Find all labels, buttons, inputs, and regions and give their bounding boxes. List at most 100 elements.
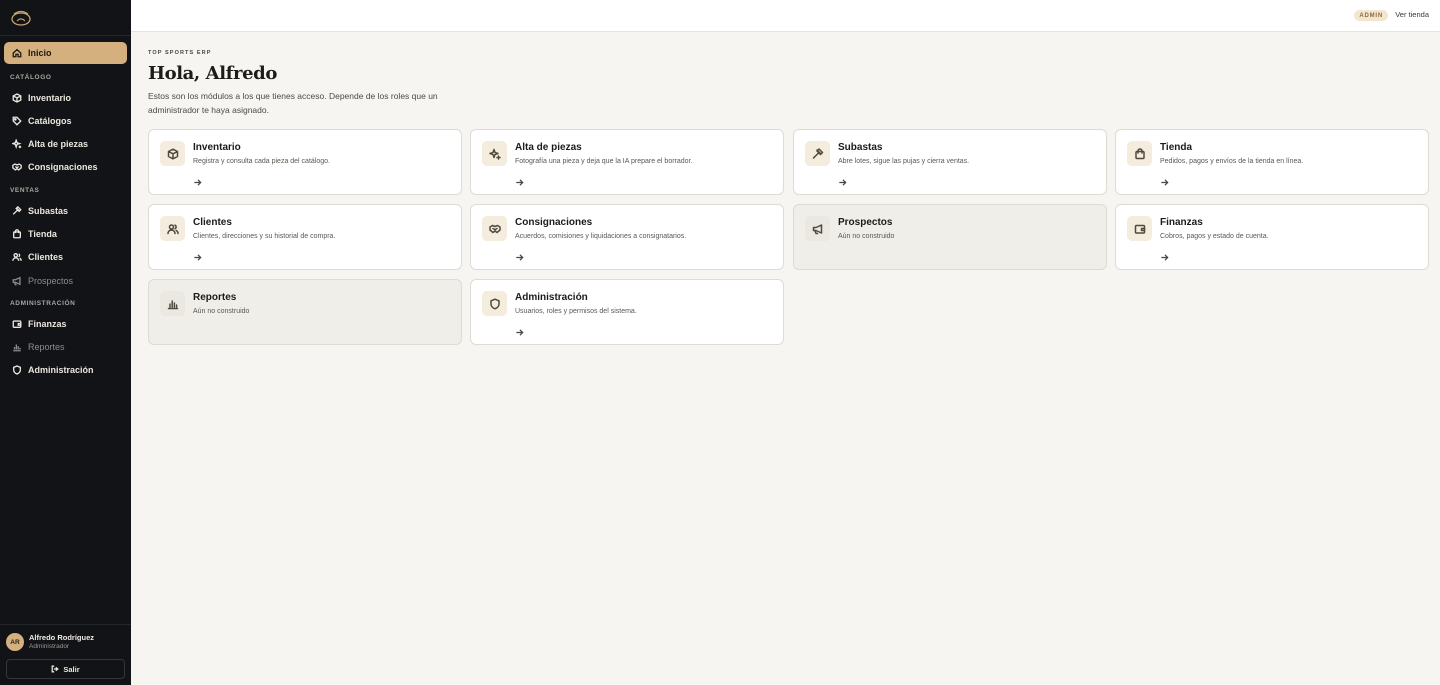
logout-button[interactable]: Salir [6,659,125,679]
home-icon [11,47,23,59]
sidebar-footer: AR Alfredo Rodríguez Administrador Salir [0,624,131,685]
bag-icon [1127,141,1152,166]
module-card-title: Finanzas [1160,217,1203,228]
view-store-link[interactable]: Ver tienda [1395,10,1429,19]
sidebar-item-label: Inventario [28,92,72,103]
module-card-title: Clientes [193,217,232,228]
brand-logo-icon[interactable] [10,8,32,28]
module-card-description: Fotografía una pieza y deja que la IA pr… [515,158,693,165]
module-card-inventario[interactable]: Inventario Registra y consulta cada piez… [148,129,462,195]
sidebar-item-administracion[interactable]: Administración [4,359,127,382]
topbar: ADMIN Ver tienda [131,0,1440,32]
logout-label: Salir [63,664,80,674]
arrow-right-icon [1160,249,1169,261]
arrow-right-icon [838,174,847,186]
gavel-icon [805,141,830,166]
wallet-icon [1127,216,1152,241]
sidebar-item-subastas[interactable]: Subastas [4,199,127,222]
module-card-title: Administración [515,292,588,303]
megaphone-icon [11,275,23,287]
sidebar-item-label: Clientes [28,252,64,263]
module-card-title: Inventario [193,142,241,153]
user-profile[interactable]: AR Alfredo Rodríguez Administrador [6,631,125,653]
sidebar-section-administracion: ADMINISTRACIÓN [10,299,76,307]
module-card-prospectos: Prospectos Aún no construido [793,204,1107,270]
sidebar-item-label: Finanzas [28,318,67,329]
sidebar-item-prospectos[interactable]: Prospectos [4,269,127,292]
tag-icon [11,115,23,127]
module-card-description: Registra y consulta cada pieza del catál… [193,158,330,165]
module-card-alta-de-piezas[interactable]: Alta de piezas Fotografía una pieza y de… [470,129,784,195]
sidebar-item-label: Inicio [28,48,52,58]
role-badge: ADMIN [1354,10,1388,21]
sidebar-item-label: Prospectos [28,275,74,286]
sidebar-item-label: Reportes [28,342,65,353]
sidebar-nav: Inicio CATÁLOGO Inventario Catálogos Alt… [0,36,131,624]
module-card-title: Alta de piezas [515,142,582,153]
sidebar-item-label: Tienda [28,228,57,239]
module-card-description: Clientes, direcciones y su historial de … [193,233,336,240]
sidebar-section-ventas: VENTAS [10,186,40,194]
user-role: Administrador [29,643,70,650]
module-card-subastas[interactable]: Subastas Abre lotes, sigue las pujas y c… [793,129,1107,195]
module-card-title: Prospectos [838,217,893,228]
module-card-description: Pedidos, pagos y envíos de la tienda en … [1160,158,1304,165]
sidebar-item-finanzas[interactable]: Finanzas [4,312,127,335]
sidebar-item-label: Consignaciones [28,162,98,173]
sidebar-item-inicio[interactable]: Inicio [4,42,127,64]
module-card-title: Reportes [193,292,237,303]
sidebar-section-catalogo: CATÁLOGO [10,73,52,81]
logo-area [0,0,131,36]
module-card-description: Usuarios, roles y permisos del sistema. [515,308,637,315]
arrow-right-icon [1160,174,1169,186]
box-icon [11,92,23,104]
module-card-tienda[interactable]: Tienda Pedidos, pagos y envíos de la tie… [1115,129,1429,195]
sidebar-item-label: Subastas [28,205,69,216]
users-icon [11,251,23,263]
sidebar-item-reportes[interactable]: Reportes [4,336,127,359]
sidebar-item-catalogos[interactable]: Catálogos [4,109,127,132]
module-card-title: Consignaciones [515,217,593,228]
sidebar-item-consignaciones[interactable]: Consignaciones [4,156,127,179]
intro-text: Estos son los módulos a los que tienes a… [148,91,438,115]
user-name: Alfredo Rodríguez [29,633,94,642]
module-card-description: Aún no construido [193,308,250,315]
module-card-title: Tienda [1160,142,1193,153]
chart-icon [11,341,23,353]
module-card-description: Acuerdos, comisiones y liquidaciones a c… [515,233,687,240]
module-card-consignaciones[interactable]: Consignaciones Acuerdos, comisiones y li… [470,204,784,270]
wallet-icon [11,318,23,330]
handshake-icon [11,161,23,173]
arrow-right-icon [515,174,524,186]
sidebar: Inicio CATÁLOGO Inventario Catálogos Alt… [0,0,131,685]
sidebar-item-label: Catálogos [28,115,72,126]
arrow-right-icon [193,249,202,261]
sidebar-item-label: Administración [28,365,94,376]
arrow-right-icon [515,324,524,336]
module-card-administracion[interactable]: Administración Usuarios, roles y permiso… [470,279,784,345]
box-icon [160,141,185,166]
shield-icon [11,364,23,376]
module-card-description: Aún no construido [838,233,895,240]
megaphone-icon [805,216,830,241]
sidebar-item-tienda[interactable]: Tienda [4,222,127,245]
module-card-finanzas[interactable]: Finanzas Cobros, pagos y estado de cuent… [1115,204,1429,270]
sidebar-item-inventario[interactable]: Inventario [4,86,127,109]
handshake-icon [482,216,507,241]
module-card-title: Subastas [838,142,883,153]
sidebar-item-label: Alta de piezas [28,139,89,150]
shield-icon [482,291,507,316]
module-card-reportes: Reportes Aún no construido [148,279,462,345]
module-card-description: Abre lotes, sigue las pujas y cierra ven… [838,158,970,165]
chart-icon [160,291,185,316]
module-card-clientes[interactable]: Clientes Clientes, direcciones y su hist… [148,204,462,270]
gavel-icon [11,205,23,217]
bag-icon [11,228,23,240]
avatar: AR [6,633,24,651]
users-icon [160,216,185,241]
sidebar-item-clientes[interactable]: Clientes [4,246,127,269]
page-title: Hola, Alfredo [148,63,277,84]
eyebrow-label: TOP SPORTS ERP [148,50,212,56]
arrow-right-icon [515,249,524,261]
sidebar-item-alta-de-piezas[interactable]: Alta de piezas [4,133,127,156]
